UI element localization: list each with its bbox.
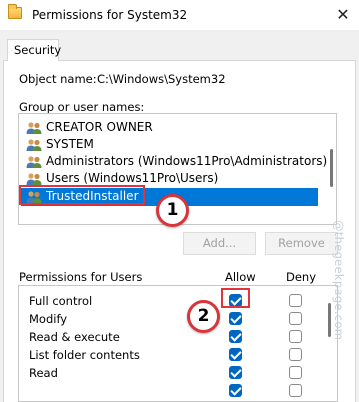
callout-2: 2	[187, 300, 220, 333]
groups-scrollbar[interactable]	[330, 149, 333, 187]
permission-row	[19, 382, 319, 400]
permission-row: Read	[19, 364, 319, 382]
callout-1: 1	[156, 194, 189, 227]
permission-row: List folder contents	[19, 346, 319, 364]
title-bar: Permissions for System32 ✕	[0, 0, 359, 30]
group-item-label: Administrators (Windows11Pro\Administrat…	[46, 154, 328, 168]
group-item-label: SYSTEM	[46, 137, 94, 151]
permissions-list: Full control Modify Read & execute List …	[18, 285, 338, 402]
group-item-label: Users (Windows11Pro\Users)	[46, 171, 219, 185]
watermark: @thegeekpage.com	[332, 220, 346, 341]
permission-row: Read & execute	[19, 328, 319, 346]
highlight-full-control-allow	[221, 288, 250, 308]
group-item-creator-owner[interactable]: CREATOR OWNER	[21, 119, 318, 137]
group-item-label: CREATOR OWNER	[46, 120, 153, 134]
groups-label: Group or user names:	[19, 100, 145, 114]
group-item-system[interactable]: SYSTEM	[21, 136, 318, 154]
highlight-trustedinstaller	[19, 185, 145, 205]
deny-header: Deny	[286, 270, 317, 284]
group-item-administrators[interactable]: Administrators (Windows11Pro\Administrat…	[21, 153, 327, 171]
deny-modify-checkbox[interactable]	[289, 312, 302, 325]
permission-label: Read	[29, 366, 58, 380]
object-name-value: C:\Windows\System32	[97, 72, 226, 86]
permission-row: Full control	[19, 292, 319, 310]
close-button[interactable]: ✕	[330, 3, 356, 27]
add-button[interactable]: Add...	[183, 232, 256, 255]
permissions-scrollbar[interactable]	[328, 303, 331, 337]
deny-read-checkbox[interactable]	[289, 366, 302, 379]
folder-icon	[8, 4, 22, 19]
users-icon	[26, 122, 42, 134]
permission-label: Full control	[29, 294, 93, 308]
deny-list-folder-checkbox[interactable]	[289, 348, 302, 361]
users-icon	[26, 156, 42, 168]
permission-row: Modify	[19, 310, 319, 328]
remove-button[interactable]: Remove	[265, 232, 338, 255]
allow-modify-checkbox[interactable]	[229, 312, 242, 325]
object-name-label: Object name:	[19, 72, 97, 86]
allow-read-checkbox[interactable]	[229, 366, 242, 379]
permission-label: Read & execute	[29, 330, 120, 344]
permission-label: Modify	[29, 312, 68, 326]
deny-write-checkbox[interactable]	[289, 384, 302, 397]
users-icon	[26, 173, 42, 185]
permission-label: List folder contents	[29, 348, 140, 362]
users-icon	[26, 139, 42, 151]
allow-read-execute-checkbox[interactable]	[229, 330, 242, 343]
allow-write-checkbox[interactable]	[229, 384, 242, 397]
permissions-label: Permissions for Users	[19, 270, 143, 284]
tab-security[interactable]: Security	[7, 39, 61, 61]
deny-full-control-checkbox[interactable]	[289, 294, 302, 307]
allow-header: Allow	[225, 270, 256, 284]
allow-list-folder-checkbox[interactable]	[229, 348, 242, 361]
window-title: Permissions for System32	[32, 8, 188, 22]
deny-read-execute-checkbox[interactable]	[289, 330, 302, 343]
